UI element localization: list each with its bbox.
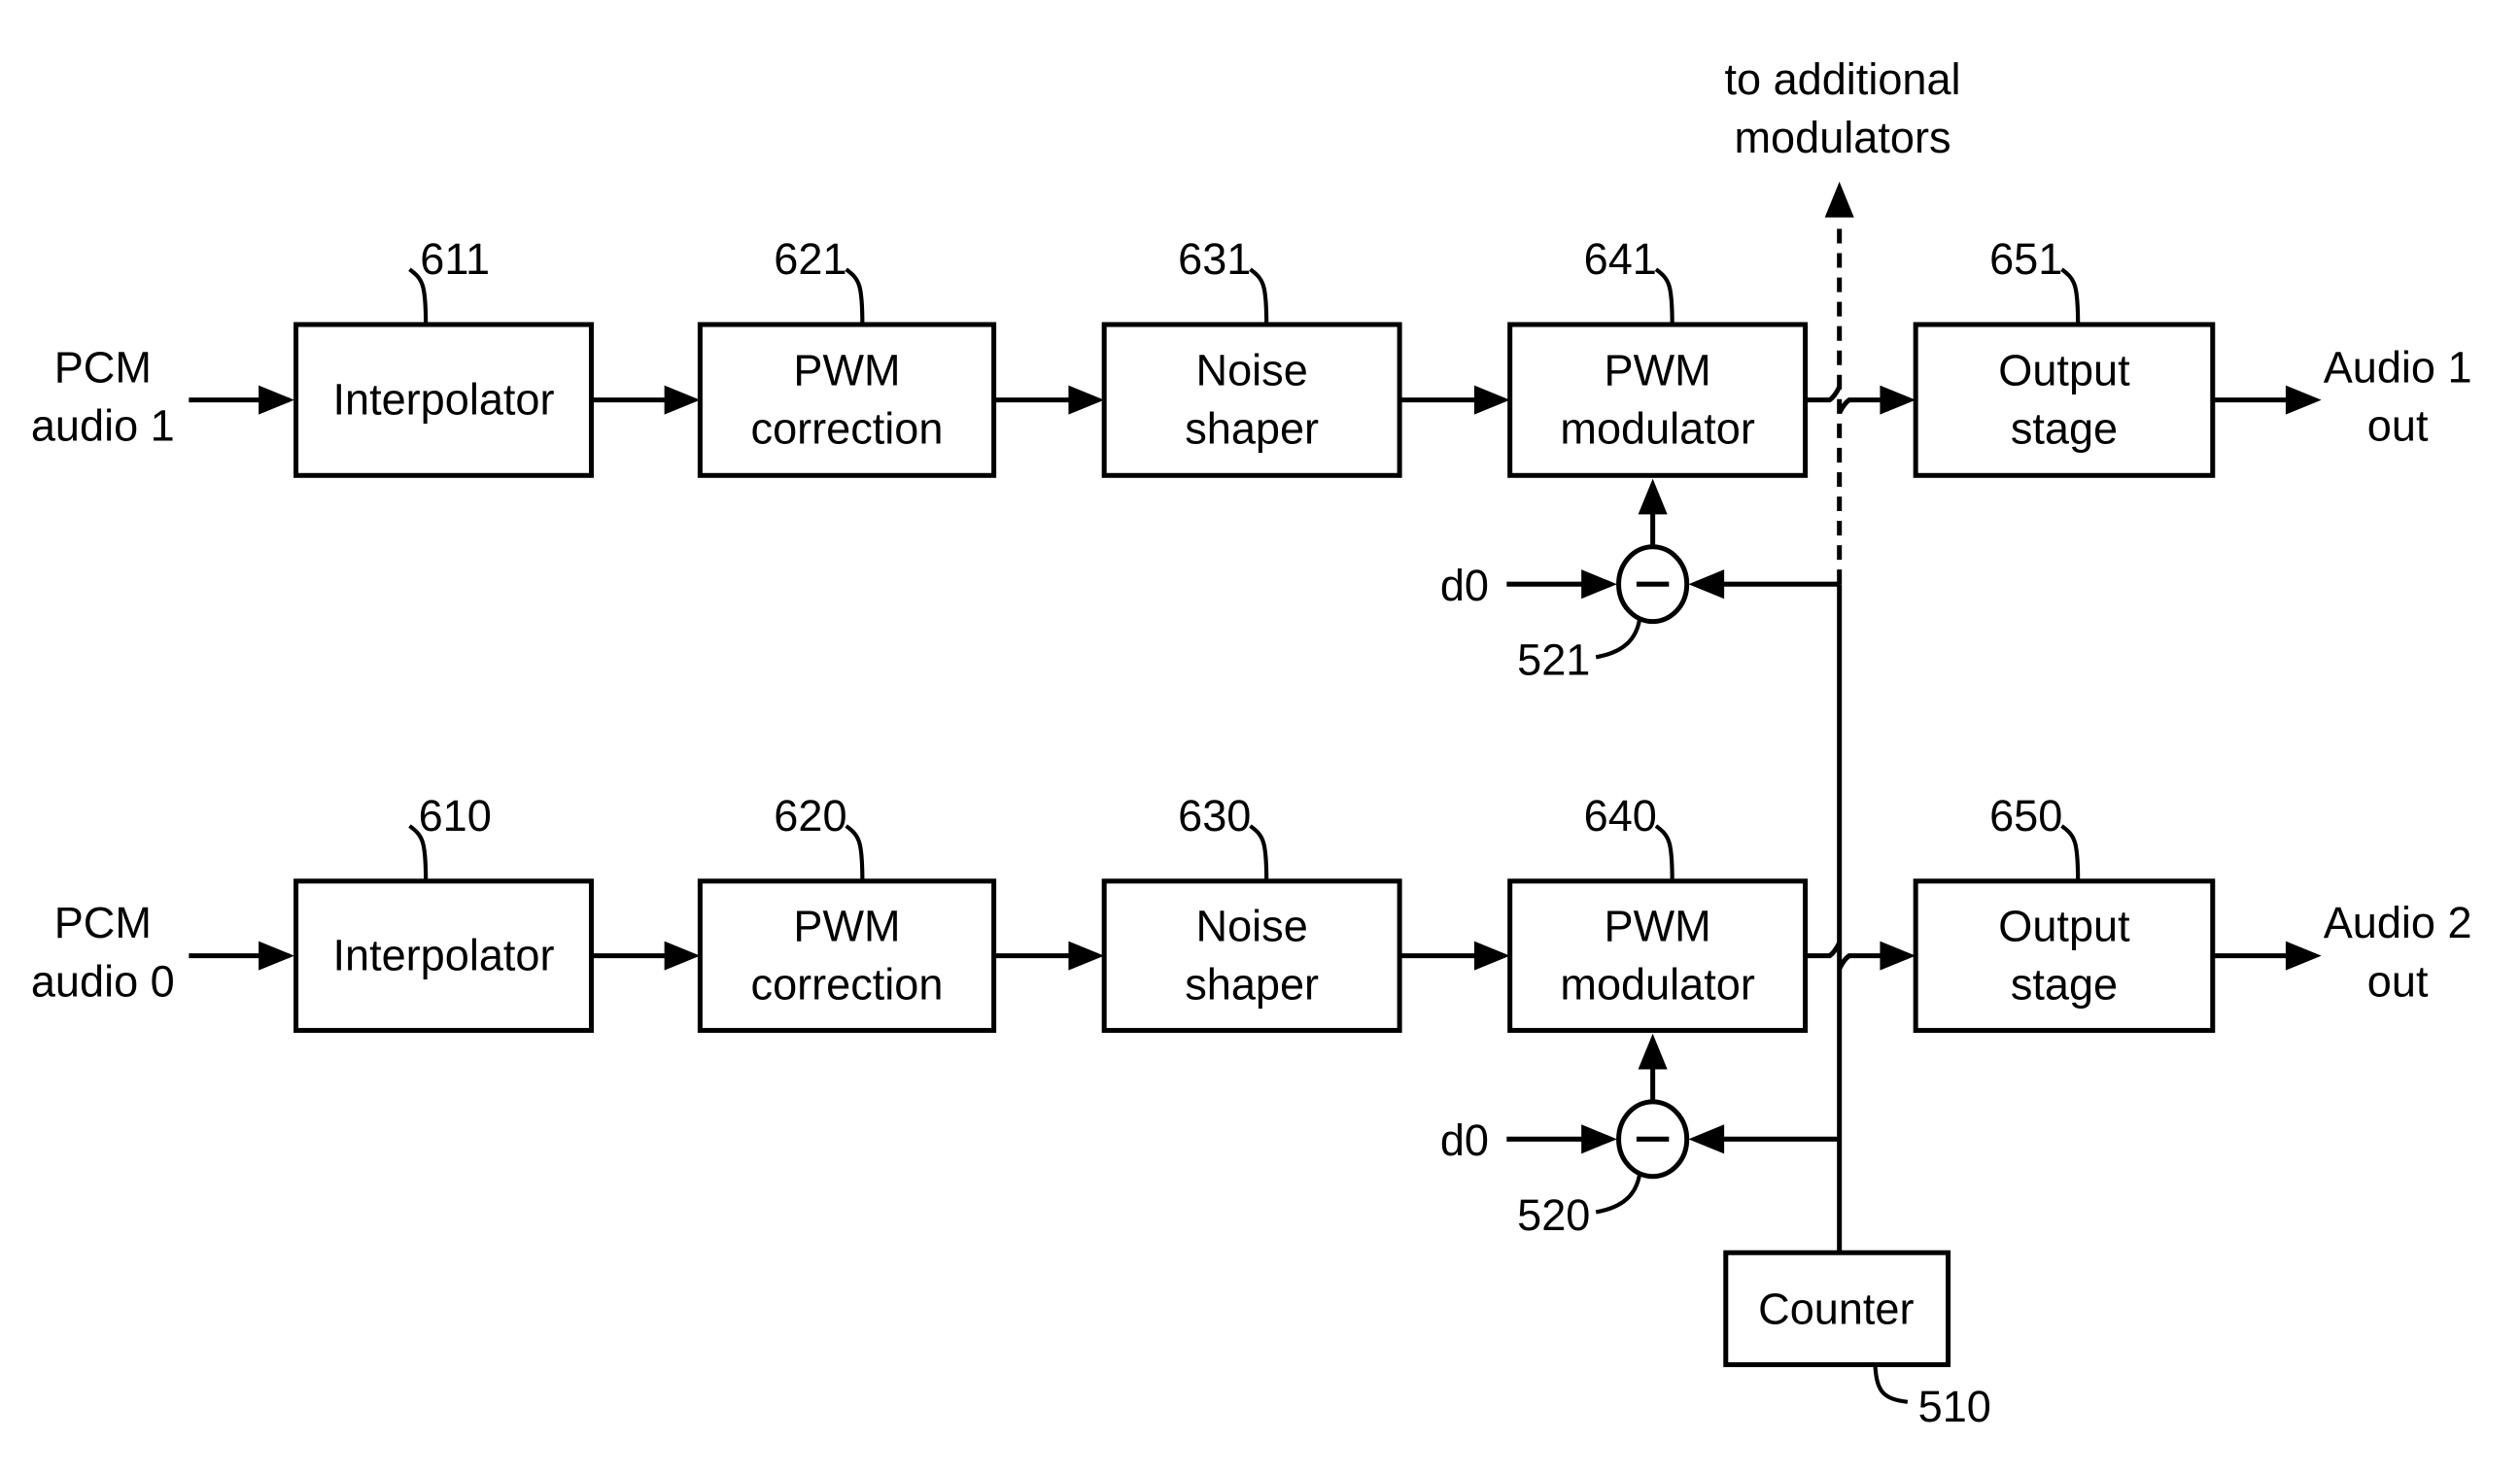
arrowhead-icon xyxy=(1880,941,1916,971)
arrowhead-icon xyxy=(1581,1124,1617,1154)
reference-number: 640 xyxy=(1584,791,1657,840)
arrowhead-icon xyxy=(1638,478,1668,515)
arrowhead-icon xyxy=(664,941,701,971)
extension-label: to additional xyxy=(1724,54,1960,104)
output-stage-label: Output xyxy=(1998,346,2130,395)
d0-label: d0 xyxy=(1440,561,1489,610)
pwm-modulator-label: modulator xyxy=(1560,404,1754,454)
extension-arrowhead-icon xyxy=(1824,182,1854,218)
output-label-audio: out xyxy=(2367,956,2429,1006)
input-label-pcm-audio: PCM xyxy=(54,898,152,947)
output-stage-label: Output xyxy=(1998,902,2130,951)
pwm-correction-label: correction xyxy=(751,960,944,1010)
pwm-correction-label: PWM xyxy=(793,902,900,951)
pwm-correction-label: PWM xyxy=(793,346,900,395)
output-label-audio: Audio 2 xyxy=(2324,898,2472,947)
reference-number: 621 xyxy=(774,234,846,284)
arrowhead-icon xyxy=(1068,385,1105,415)
d0-label: d0 xyxy=(1440,1115,1489,1165)
arrowhead-icon xyxy=(1473,941,1510,971)
interpolator-label: Interpolator xyxy=(332,931,554,980)
pwm-correction-label: correction xyxy=(751,404,944,454)
reference-leader-line xyxy=(845,267,865,325)
reference-leader-line xyxy=(1654,824,1674,881)
noise-shaper-label: shaper xyxy=(1185,404,1319,454)
arrowhead-icon xyxy=(1638,1033,1668,1070)
output-stage-label: stage xyxy=(2011,404,2118,454)
subtractor-reference-number: 520 xyxy=(1517,1190,1590,1240)
reference-leader-line xyxy=(1595,1173,1642,1215)
reference-number: 620 xyxy=(774,791,846,840)
extension-label: modulators xyxy=(1735,113,1951,162)
reference-number: 650 xyxy=(1989,791,2062,840)
noise-shaper-label: Noise xyxy=(1196,346,1308,395)
arrowhead-icon xyxy=(259,941,294,971)
reference-number: 651 xyxy=(1989,234,2062,284)
noise-shaper-label: Noise xyxy=(1196,902,1308,951)
input-label-pcm-audio: audio 1 xyxy=(31,400,175,450)
reference-leader-line xyxy=(1654,267,1674,325)
reference-leader-line xyxy=(1595,617,1642,660)
arrowhead-icon xyxy=(2285,385,2322,415)
reference-number: 611 xyxy=(420,234,490,284)
arrowhead-icon xyxy=(1473,385,1510,415)
pwm-audio-block-diagram: PCM audio 1 Interpolator 611 PWM correction 62… xyxy=(31,54,2472,1431)
input-label-pcm-audio: PCM xyxy=(54,342,152,392)
reference-leader-line xyxy=(845,824,865,881)
reference-number: 631 xyxy=(1178,234,1251,284)
output-stage-label: stage xyxy=(2011,960,2118,1010)
arrowhead-icon xyxy=(2285,941,2322,971)
reference-number: 610 xyxy=(419,791,492,840)
noise-shaper-label: shaper xyxy=(1185,960,1319,1010)
reference-leader-line xyxy=(2060,267,2081,325)
output-label-audio: out xyxy=(2367,400,2429,450)
reference-leader-line xyxy=(1873,1364,1909,1404)
arrowhead-icon xyxy=(1688,1124,1725,1154)
subtractor-reference-number: 521 xyxy=(1517,635,1590,685)
arrowhead-icon xyxy=(1581,569,1617,600)
output-label-audio: Audio 1 xyxy=(2324,342,2472,392)
reference-leader-line xyxy=(1249,824,1269,881)
reference-number: 641 xyxy=(1584,234,1657,284)
counter-reference-number: 510 xyxy=(1918,1382,1991,1431)
pwm-modulator-label: PWM xyxy=(1605,346,1711,395)
counter-label: Counter xyxy=(1758,1285,1914,1334)
arrowhead-icon xyxy=(1688,569,1725,600)
pwm-modulator-label: PWM xyxy=(1605,902,1711,951)
interpolator-label: Interpolator xyxy=(332,375,554,425)
pwm-modulator-label: modulator xyxy=(1560,960,1754,1010)
arrowhead-icon xyxy=(259,385,294,415)
arrowhead-icon xyxy=(1068,941,1105,971)
reference-number: 630 xyxy=(1178,791,1251,840)
reference-leader-line xyxy=(1249,267,1269,325)
arrowhead-icon xyxy=(1880,385,1916,415)
arrowhead-icon xyxy=(664,385,701,415)
reference-leader-line xyxy=(2060,824,2081,881)
input-label-pcm-audio: audio 0 xyxy=(31,956,175,1006)
